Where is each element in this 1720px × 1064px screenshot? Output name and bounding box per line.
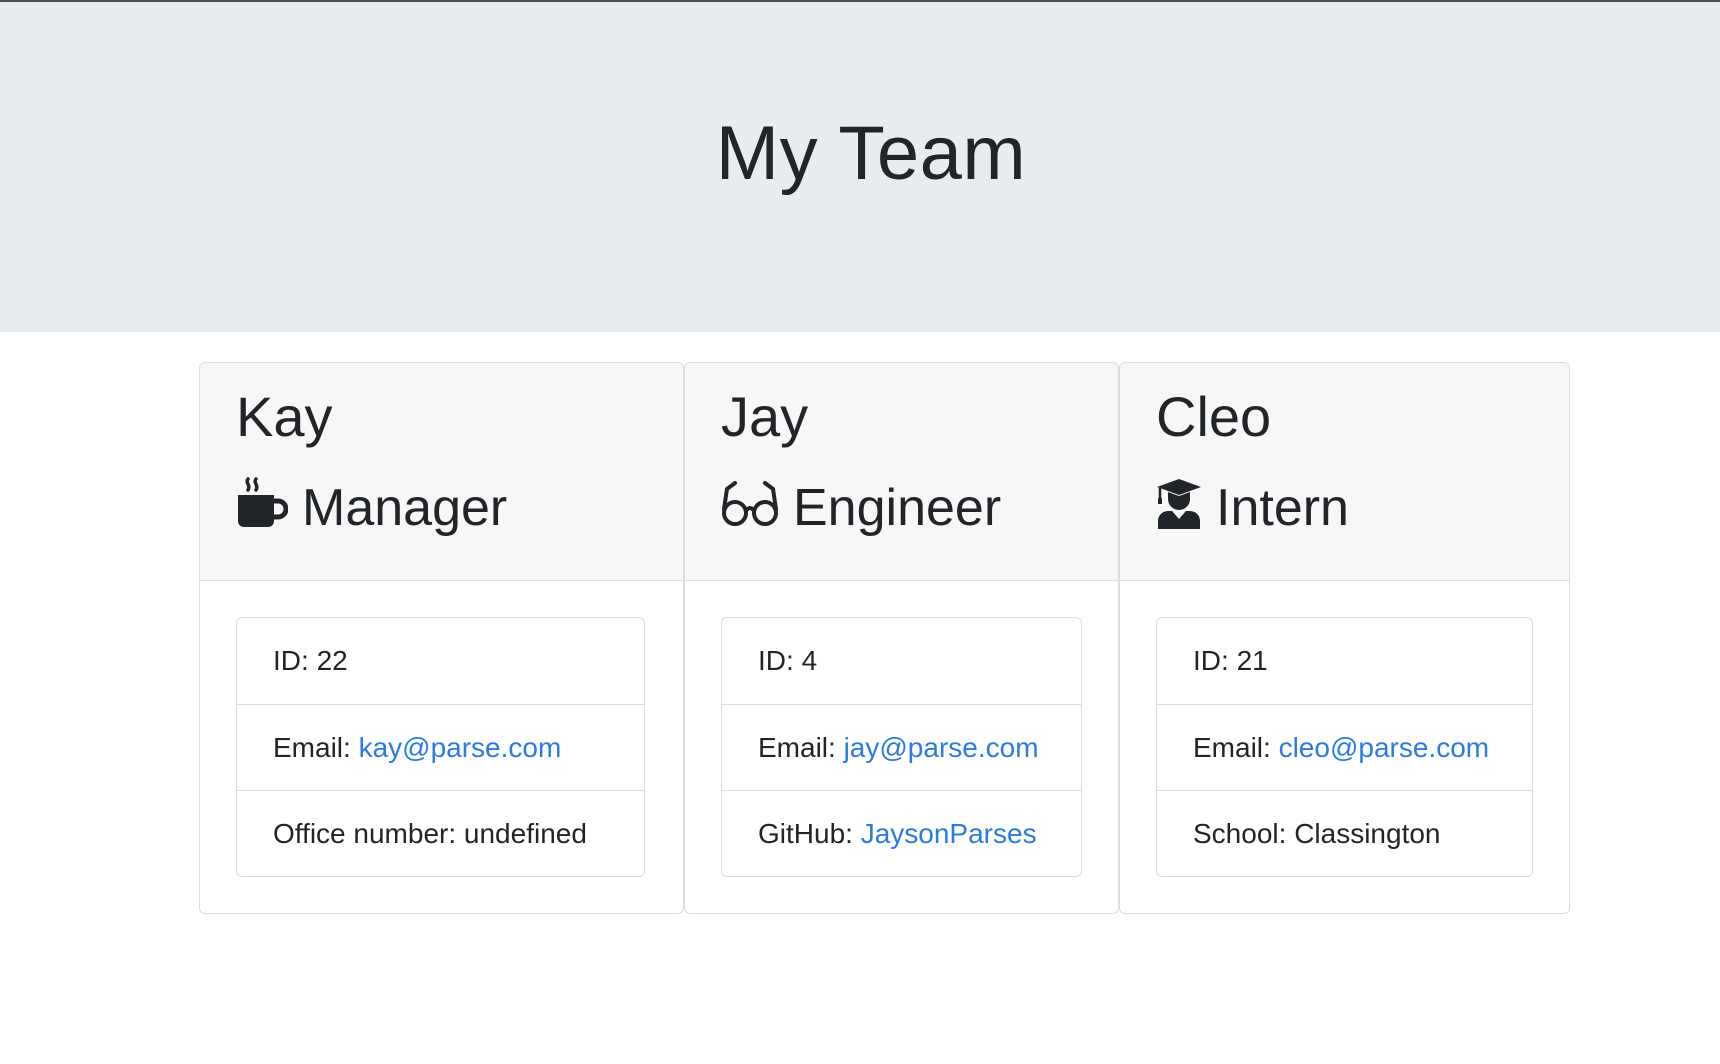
employee-role: Intern <box>1156 477 1569 538</box>
employee-name: Kay <box>236 385 333 448</box>
github-label: GitHub: <box>758 817 853 849</box>
list-item-school: School: Classington <box>1157 790 1532 876</box>
employee-card-manager: Kay Manager ID: 22 Email: kay@parse.com … <box>199 362 684 914</box>
details-list: ID: 21 Email: cleo@parse.com School: Cla… <box>1156 617 1533 877</box>
id-value: 21 <box>1236 645 1268 676</box>
list-item-id: ID: 22 <box>237 618 644 704</box>
employee-card-intern: Cleo Intern ID: 21 Email: cleo@parse.com… <box>1119 362 1570 914</box>
employee-name: Cleo <box>1156 385 1272 448</box>
email-label: Email: <box>273 731 351 763</box>
list-item-office-number: Office number: undefined <box>237 790 644 876</box>
card-body: ID: 4 Email: jay@parse.com GitHub: Jayso… <box>685 581 1118 913</box>
page-title: My Team <box>715 110 1027 196</box>
details-list: ID: 22 Email: kay@parse.com Office numbe… <box>236 617 645 877</box>
role-label: Manager <box>302 478 508 537</box>
role-label: Intern <box>1216 478 1349 537</box>
employee-role: Manager <box>236 477 683 538</box>
team-cards: Kay Manager ID: 22 Email: kay@parse.com … <box>199 362 1570 914</box>
school-value: Classington <box>1294 817 1441 849</box>
card-header: Kay Manager <box>200 363 683 581</box>
id-label: ID: <box>1193 645 1229 676</box>
employee-name: Jay <box>721 385 809 448</box>
email-label: Email: <box>758 731 836 763</box>
mug-hot-icon <box>236 477 302 538</box>
header-banner: My Team <box>0 2 1720 332</box>
employee-role: Engineer <box>721 477 1118 538</box>
email-label: Email: <box>1193 731 1271 763</box>
list-item-email: Email: jay@parse.com <box>722 704 1081 790</box>
card-body: ID: 22 Email: kay@parse.com Office numbe… <box>200 581 683 913</box>
id-label: ID: <box>273 645 309 676</box>
office-number-label: Office number: <box>273 817 457 849</box>
office-number-value: undefined <box>463 817 587 849</box>
email-link[interactable]: jay@parse.com <box>844 732 1039 764</box>
card-body: ID: 21 Email: cleo@parse.com School: Cla… <box>1120 581 1569 913</box>
card-header: Jay Engineer <box>685 363 1118 581</box>
role-label: Engineer <box>793 478 1002 537</box>
id-value: 22 <box>316 645 348 676</box>
list-item-email: Email: cleo@parse.com <box>1157 704 1532 790</box>
list-item-github: GitHub: JaysonParses <box>722 790 1081 876</box>
user-graduate-icon <box>1156 477 1216 538</box>
github-link[interactable]: JaysonParses <box>861 818 1037 850</box>
list-item-id: ID: 21 <box>1157 618 1532 704</box>
email-link[interactable]: kay@parse.com <box>359 732 562 764</box>
list-item-id: ID: 4 <box>722 618 1081 704</box>
list-item-email: Email: kay@parse.com <box>237 704 644 790</box>
glasses-icon <box>721 477 793 538</box>
email-link[interactable]: cleo@parse.com <box>1279 732 1490 764</box>
employee-card-engineer: Jay Engineer ID: 4 Email: jay@parse.com … <box>684 362 1119 914</box>
card-header: Cleo Intern <box>1120 363 1569 581</box>
school-label: School: <box>1193 817 1287 849</box>
id-label: ID: <box>758 645 794 676</box>
id-value: 4 <box>801 645 818 676</box>
details-list: ID: 4 Email: jay@parse.com GitHub: Jayso… <box>721 617 1082 877</box>
